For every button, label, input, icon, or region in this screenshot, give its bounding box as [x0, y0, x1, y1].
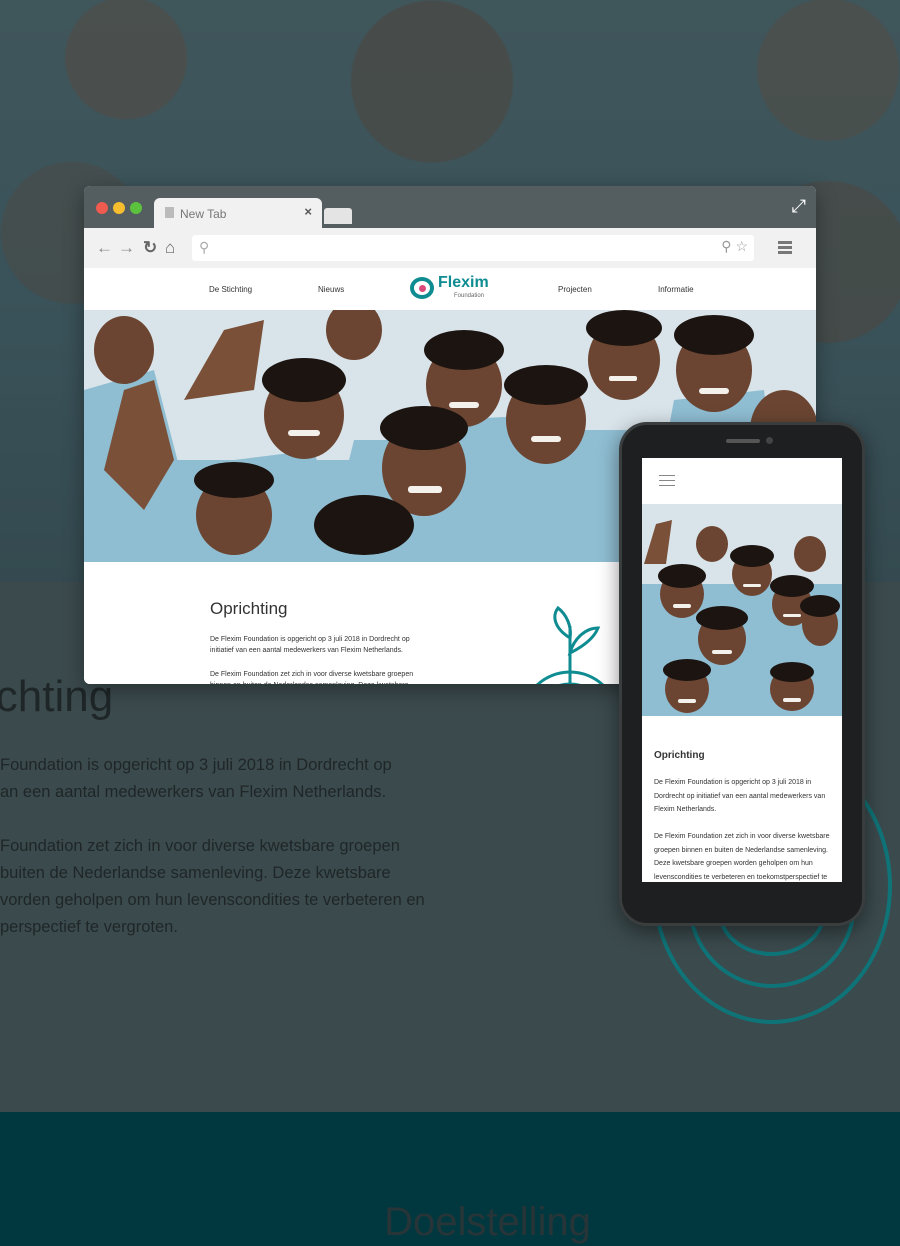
site-navigation: De Stichting Nieuws Flexim Foundation Pr…	[84, 268, 816, 310]
browser-tab[interactable]: New Tab ×	[154, 198, 322, 228]
logo-subtitle: Foundation	[454, 293, 485, 299]
logo-name: Flexim	[438, 274, 489, 291]
hamburger-icon[interactable]	[659, 475, 675, 490]
close-icon[interactable]: ×	[304, 204, 312, 219]
nav-link-de-stichting[interactable]: De Stichting	[209, 285, 252, 294]
phone-screen: Oprichting De Flexim Foundation is opger…	[642, 458, 842, 882]
browser-toolbar: ← → ↻ ⌂ ⚲ ⚲ ☆	[84, 228, 816, 269]
phone-section-title: Oprichting	[654, 750, 705, 761]
expand-icon[interactable]: ⤢	[792, 196, 806, 217]
nav-link-nieuws[interactable]: Nieuws	[318, 285, 344, 294]
flexim-logo[interactable]: Flexim Foundation	[410, 274, 490, 304]
section-paragraph-2: De Flexim Foundation zet zich in voor di…	[210, 671, 414, 684]
section-title: Oprichting	[210, 599, 288, 618]
forward-icon[interactable]: →	[118, 238, 135, 258]
star-icon[interactable]: ⚲ ☆	[721, 238, 748, 255]
phone-paragraph-1: De Flexim Foundation is opgericht op 3 j…	[654, 779, 826, 813]
close-window-dot[interactable]	[96, 202, 108, 214]
phone-camera	[766, 437, 773, 444]
phone-hero-photo	[642, 504, 842, 716]
home-icon[interactable]: ⌂	[165, 238, 175, 258]
search-icon: ⚲	[199, 239, 210, 255]
footer-title: Doelstelling	[384, 1200, 591, 1244]
new-tab-button[interactable]	[324, 208, 352, 224]
reload-icon[interactable]: ↻	[143, 238, 157, 258]
phone-paragraph-2: De Flexim Foundation zet zich in voor di…	[654, 833, 830, 881]
background-paragraph-1: Foundation is opgericht op 3 juli 2018 i…	[0, 756, 392, 801]
maximize-window-dot[interactable]	[130, 202, 142, 214]
browser-titlebar: New Tab × ⤢	[84, 186, 816, 228]
nav-link-informatie[interactable]: Informatie	[658, 285, 694, 294]
back-icon[interactable]: ←	[96, 238, 113, 258]
logo-icon	[410, 277, 434, 299]
address-bar[interactable]: ⚲ ⚲ ☆	[192, 235, 754, 261]
phone-mockup: Oprichting De Flexim Foundation is opger…	[619, 422, 865, 926]
minimize-window-dot[interactable]	[113, 202, 125, 214]
section-paragraph-1: De Flexim Foundation is opgericht op 3 j…	[210, 636, 410, 654]
plant-icon	[536, 605, 604, 684]
nav-link-projecten[interactable]: Projecten	[558, 285, 592, 294]
tab-label: New Tab	[180, 207, 227, 221]
phone-speaker	[726, 439, 760, 443]
background-paragraph-2: Foundation zet zich in voor diverse kwet…	[0, 837, 425, 936]
phone-children-photo-illustration	[642, 504, 842, 716]
menu-icon[interactable]	[778, 241, 792, 256]
file-icon	[165, 207, 174, 218]
